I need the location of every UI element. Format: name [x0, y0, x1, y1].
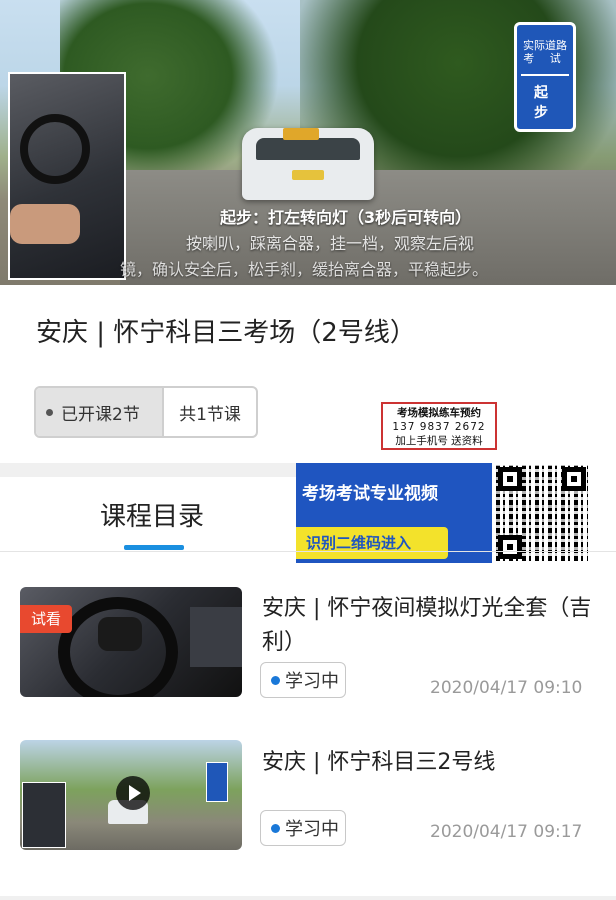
status-label: 学习中 — [285, 819, 339, 840]
tab-divider — [0, 551, 616, 552]
course-title: 安庆 | 怀宁科目三考场（2号线） — [36, 318, 416, 348]
lesson-date: 2020/04/17 09:10 — [430, 678, 583, 698]
opened-lessons: 已开课2节 — [36, 388, 162, 436]
booking-ad[interactable]: 考场模拟练车预约 137 9837 2672 加上手机号 送资料 — [381, 402, 497, 450]
video-player[interactable]: 实际道路 考 试 起 步 起步：打左转向灯（3秒后可转向） 按喇叭，踩离合器，挂… — [0, 0, 616, 285]
video-caption-line3: 镜，确认安全后，松手刹，缓抬离合器，平稳起步。 — [120, 260, 489, 279]
course-stats: 已开课2节 共1节课 — [34, 386, 258, 438]
video-caption-line2: 按喇叭，踩离合器，挂一档，观察左后视 — [186, 234, 475, 253]
bottom-divider — [0, 896, 616, 900]
video-caption-line1: 起步：打左转向灯（3秒后可转向） — [220, 208, 472, 227]
road-test-sign: 实际道路 考 试 起 步 — [514, 22, 576, 132]
preview-tag: 试看 — [20, 605, 72, 633]
lesson-date: 2020/04/17 09:17 — [430, 822, 583, 842]
sign-bottom-text: 起 步 — [534, 85, 556, 121]
status-dot-icon — [271, 823, 280, 833]
qr-finder-bottom-left — [498, 535, 522, 559]
thumb-pip-view — [22, 782, 66, 848]
thumb-road-sign — [206, 762, 228, 802]
thumb-dashboard — [190, 607, 242, 667]
lesson-thumbnail[interactable] — [20, 740, 242, 850]
lesson-thumbnail[interactable]: 试看 — [20, 587, 242, 697]
qr-finder-top-left — [498, 467, 522, 491]
lesson-title[interactable]: 安庆 | 怀宁科目三2号线 — [262, 746, 598, 780]
bullet-icon — [46, 408, 53, 416]
thumb-wheel-hub — [98, 617, 142, 651]
picture-in-picture-view — [8, 72, 126, 280]
tab-course-catalog[interactable]: 课程目录 — [100, 496, 204, 533]
sign-divider — [521, 74, 569, 76]
banner-cta: 识别二维码进入 — [296, 527, 448, 559]
tab-active-indicator — [124, 545, 184, 550]
status-badge: 学习中 — [260, 662, 346, 698]
booking-ad-note: 加上手机号 送资料 — [395, 435, 483, 447]
banner-title: 考场考试专业视频 — [302, 484, 438, 504]
qr-banner[interactable]: 考场考试专业视频 识别二维码进入 — [296, 463, 616, 563]
booking-ad-title: 考场模拟练车预约 — [397, 407, 481, 419]
lesson-title[interactable]: 安庆 | 怀宁夜间模拟灯光全套（吉利） — [262, 592, 598, 660]
status-dot-icon — [271, 675, 280, 685]
steering-wheel — [20, 114, 90, 184]
play-icon[interactable] — [116, 776, 150, 810]
driver-arm — [10, 204, 80, 244]
booking-ad-phone: 137 9837 2672 — [392, 421, 486, 433]
scene-car-roof-sign — [283, 128, 319, 140]
sign-mid-text: 考 试 — [523, 52, 567, 65]
total-lessons: 共1节课 — [162, 388, 256, 436]
status-label: 学习中 — [285, 671, 339, 692]
status-badge: 学习中 — [260, 810, 346, 846]
qr-finder-top-right — [562, 467, 586, 491]
sign-top-text: 实际道路 — [523, 39, 567, 52]
opened-lessons-label: 已开课2节 — [61, 404, 140, 425]
